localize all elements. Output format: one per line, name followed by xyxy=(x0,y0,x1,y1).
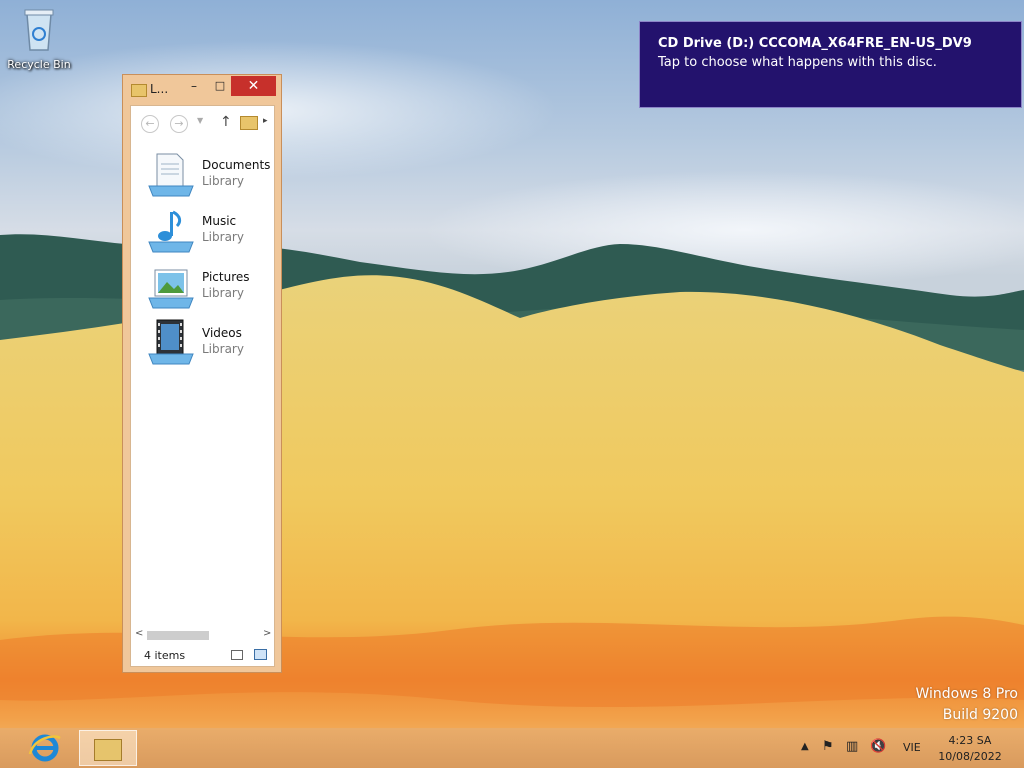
documents-library-icon xyxy=(148,153,194,197)
show-hidden-icons-button[interactable]: ▲ xyxy=(801,741,809,768)
scroll-right-icon[interactable]: > xyxy=(263,628,271,639)
notification-message: Tap to choose what happens with this dis… xyxy=(658,55,937,70)
internet-explorer-icon xyxy=(28,734,61,762)
library-name: Music xyxy=(202,214,237,228)
folder-icon xyxy=(131,84,147,97)
autoplay-notification[interactable]: CD Drive (D:) CCCOMA_X64FRE_EN-US_DV9 Ta… xyxy=(639,21,1022,108)
list-item-music[interactable]: Music Library xyxy=(147,206,272,256)
build-text: Build 9200 xyxy=(942,707,1018,723)
recycle-bin-label: Recycle Bin xyxy=(7,58,71,71)
music-library-icon xyxy=(148,210,194,253)
file-explorer-icon xyxy=(94,739,122,761)
address-folder-icon[interactable] xyxy=(240,116,258,130)
library-type: Library xyxy=(202,342,244,356)
library-name: Documents xyxy=(202,158,271,172)
library-type: Library xyxy=(202,286,244,300)
forward-button[interactable]: → xyxy=(170,115,188,133)
large-icons-view-icon[interactable] xyxy=(254,649,267,660)
taskbar-file-explorer[interactable] xyxy=(79,730,137,766)
horizontal-scrollbar[interactable]: < > xyxy=(131,628,274,642)
windows-watermark: Windows 8 Pro Build 9200 xyxy=(915,684,1018,726)
library-type: Library xyxy=(202,230,244,244)
file-explorer-window[interactable]: L... – □ ✕ ← → ▼ ↑ ▸ Documents Library M… xyxy=(122,74,282,673)
desktop: Recycle Bin CD Drive (D:) CCCOMA_X64FRE_… xyxy=(0,0,1024,768)
item-count: 4 items xyxy=(144,649,186,662)
status-bar: 4 items xyxy=(131,646,274,666)
minimize-button[interactable]: – xyxy=(181,76,207,96)
explorer-content: ← → ▼ ↑ ▸ Documents Library Music Librar… xyxy=(130,105,275,667)
taskbar-internet-explorer[interactable] xyxy=(28,732,62,764)
system-clock[interactable]: 4:23 SA 10/08/2022 xyxy=(930,733,1010,765)
window-title: L... xyxy=(150,82,169,96)
navigation-bar: ← → ▼ ↑ ▸ xyxy=(131,106,274,142)
list-item-documents[interactable]: Documents Library xyxy=(147,150,272,200)
back-button[interactable]: ← xyxy=(141,115,159,133)
library-name: Pictures xyxy=(202,270,250,284)
pictures-library-icon xyxy=(148,269,194,309)
recycle-bin-shortcut[interactable]: Recycle Bin xyxy=(6,6,72,71)
clock-time: 4:23 SA xyxy=(948,734,992,747)
action-center-flag-icon[interactable]: ⚑ xyxy=(822,739,834,768)
details-view-icon[interactable] xyxy=(231,650,243,660)
input-language-indicator[interactable]: VIE xyxy=(903,741,921,768)
list-item-videos[interactable]: Videos Library xyxy=(147,318,272,368)
videos-library-icon xyxy=(148,319,194,365)
recycle-bin-icon xyxy=(24,9,54,51)
scroll-thumb[interactable] xyxy=(147,631,209,640)
taskbar: ▲ ⚑ ▥ 🔇 VIE 4:23 SA 10/08/2022 xyxy=(0,728,1024,768)
up-button[interactable]: ↑ xyxy=(220,114,232,130)
edition-text: Windows 8 Pro xyxy=(915,686,1018,702)
maximize-button[interactable]: □ xyxy=(207,76,233,96)
close-button[interactable]: ✕ xyxy=(231,76,276,96)
network-icon[interactable]: ▥ xyxy=(846,739,858,768)
address-breadcrumb-arrow[interactable]: ▸ xyxy=(263,116,268,126)
notification-title: CD Drive (D:) CCCOMA_X64FRE_EN-US_DV9 xyxy=(658,36,972,51)
title-bar[interactable]: L... – □ ✕ xyxy=(123,75,281,101)
library-type: Library xyxy=(202,174,244,188)
list-item-pictures[interactable]: Pictures Library xyxy=(147,262,272,312)
clock-date: 10/08/2022 xyxy=(938,750,1002,763)
recent-locations-dropdown-icon[interactable]: ▼ xyxy=(197,116,203,125)
scroll-left-icon[interactable]: < xyxy=(135,628,143,639)
volume-muted-icon[interactable]: 🔇 xyxy=(870,739,886,768)
library-name: Videos xyxy=(202,326,242,340)
